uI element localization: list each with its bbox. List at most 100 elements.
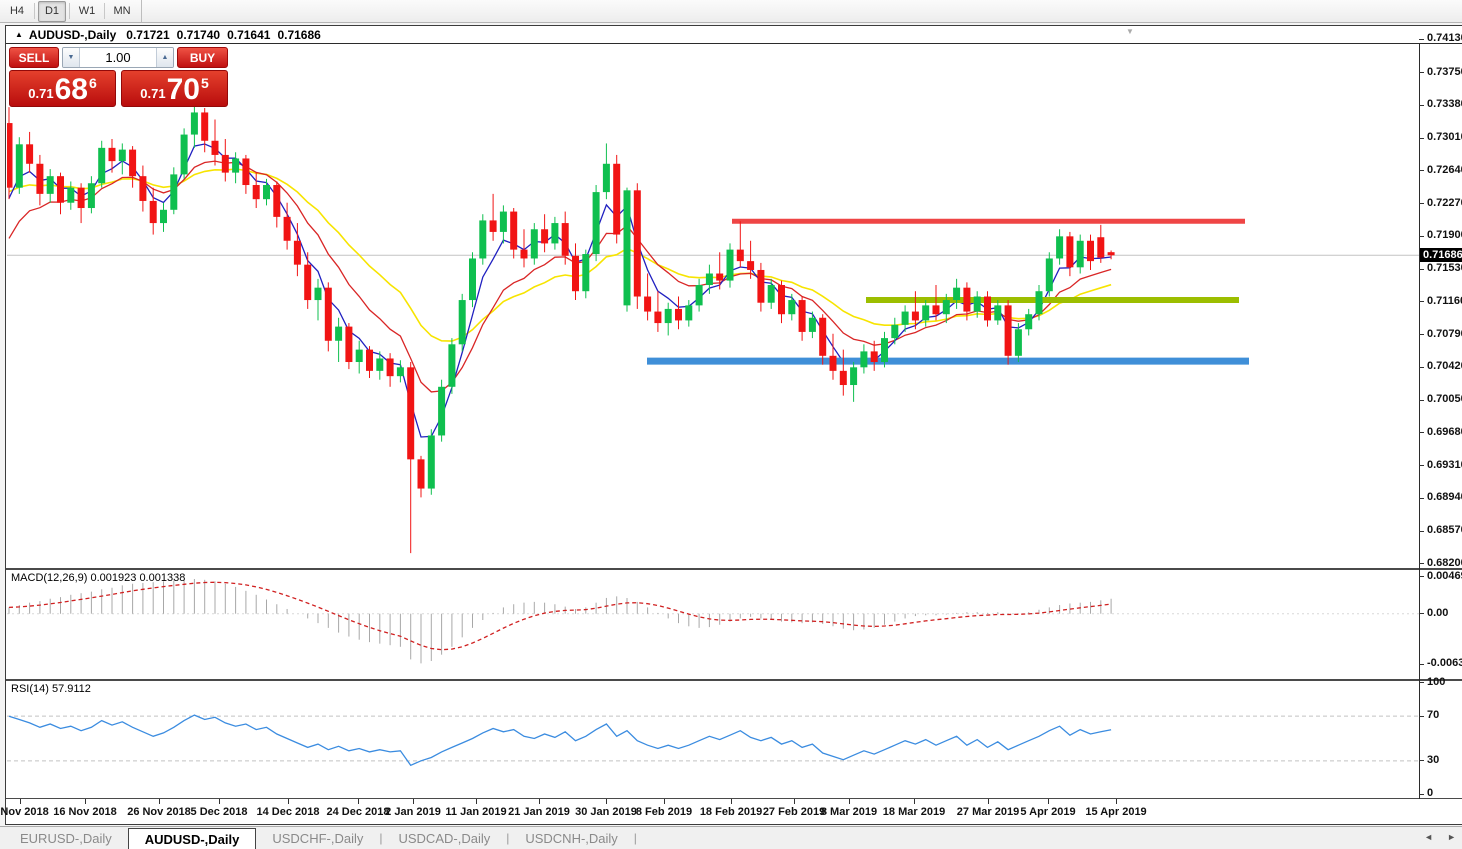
timeframe-button-mn[interactable]: MN (108, 1, 136, 22)
axis-tick (1419, 682, 1424, 684)
date-axis-label: 16 Nov 2018 (53, 806, 117, 818)
tab-scroll-buttons: ◄ ► (1424, 832, 1456, 842)
price-axis-line (1419, 43, 1420, 799)
axis-tick (1419, 268, 1424, 270)
chart-shift-marker-icon[interactable]: ▼ (1126, 27, 1134, 36)
axis-tick (1419, 235, 1424, 237)
date-axis-tick (20, 799, 21, 804)
axis-tick (1419, 530, 1424, 532)
date-axis-tick (358, 799, 359, 804)
axis-tick (1419, 563, 1424, 565)
axis-tick (1419, 72, 1424, 74)
price-axis-label: 0.68200 (1427, 556, 1462, 569)
rsi-pane[interactable] (7, 681, 1419, 798)
timeframe-button-w1[interactable]: W1 (73, 1, 101, 22)
price-axis-label: 0.73010 (1427, 131, 1462, 144)
axis-tick (1419, 497, 1424, 499)
price-axis-label: 0.73380 (1427, 98, 1462, 111)
axis-tick (1419, 334, 1424, 336)
price-chart-pane[interactable] (7, 43, 1419, 567)
one-click-trading-panel: SELL ▼ ▲ BUY 0.71 68 6 0.71 70 5 (9, 47, 228, 107)
current-price-badge: 0.71686 (1420, 248, 1462, 263)
date-axis-label: 18 Mar 2019 (882, 806, 946, 818)
buy-price-display[interactable]: 0.71 70 5 (121, 70, 228, 107)
date-axis-label: 27 Mar 2019 (956, 806, 1020, 818)
axis-tick (1419, 301, 1424, 303)
tab-scroll-right-icon[interactable]: ► (1447, 832, 1456, 842)
chart-header: ▲ AUDUSD-,Daily 0.71721 0.71740 0.71641 0.7… (6, 26, 1462, 44)
price-axis-label: 0.71160 (1427, 294, 1462, 307)
low-value: 0.71641 (227, 27, 271, 42)
price-axis-label: 0.68570 (1427, 524, 1462, 537)
date-axis-label: 30 Jan 2019 (575, 806, 637, 818)
axis-tick (1419, 613, 1424, 615)
macd-axis-label: 0.004694 (1427, 569, 1462, 582)
date-axis-tick (539, 799, 540, 804)
date-axis-tick (849, 799, 850, 804)
sell-button[interactable]: SELL (9, 47, 59, 68)
axis-tick (1419, 793, 1424, 795)
mt4-workspace: H4 D1 W1 MN ▲ AUDUSD-,Daily 0.71721 0.71740 0… (0, 0, 1462, 849)
date-axis-tick (1116, 799, 1117, 804)
volume-stepper: ▼ ▲ (62, 47, 174, 68)
buy-price-big: 70 (166, 73, 200, 106)
macd-label: MACD(12,26,9) 0.001923 0.001338 (11, 572, 186, 584)
axis-tick (1419, 760, 1424, 762)
tab-scroll-left-icon[interactable]: ◄ (1424, 832, 1433, 842)
rsi-axis-label: 70 (1427, 709, 1440, 722)
timeframe-button-d1[interactable]: D1 (38, 0, 66, 22)
chart-tab-eurusd[interactable]: EURUSD-,Daily (4, 828, 128, 849)
date-axis-tick (476, 799, 477, 804)
chart-tab-audusd[interactable]: AUDUSD-,Daily (127, 828, 257, 849)
date-axis-label: 27 Feb 2019 (762, 806, 826, 818)
date-axis-label: 14 Dec 2018 (256, 806, 320, 818)
macd-axis-label: 0.00 (1427, 606, 1449, 619)
date-axis-tick (731, 799, 732, 804)
rsi-axis-label: 100 (1427, 675, 1446, 688)
sell-price-display[interactable]: 0.71 68 6 (9, 70, 116, 107)
price-axis-label: 0.71900 (1427, 229, 1462, 242)
toolbar-separator (104, 3, 105, 19)
sell-price-prefix: 0.71 (28, 86, 54, 101)
date-axis-tick (413, 799, 414, 804)
date-axis-label: 7 Nov 2018 (0, 806, 49, 818)
chart-symbol-label: AUDUSD-,Daily (28, 27, 117, 42)
tab-separator: | (633, 831, 637, 845)
buy-button[interactable]: BUY (177, 47, 228, 68)
timeframe-button-h4[interactable]: H4 (3, 1, 31, 22)
date-axis-label: 11 Jan 2019 (445, 806, 507, 818)
price-axis-label: 0.71530 (1427, 262, 1462, 275)
price-axis-label: 0.70420 (1427, 360, 1462, 373)
chart-tab-usdcnh[interactable]: USDCNH-,Daily (509, 828, 633, 849)
ohlc-values: 0.71721 0.71740 0.71641 0.71686 (126, 28, 328, 42)
date-axis-label: 5 Apr 2019 (1020, 806, 1076, 818)
timeframe-toolbar: H4 D1 W1 MN (0, 0, 1462, 23)
axis-tick (1419, 104, 1424, 106)
macd-pane[interactable] (7, 570, 1419, 678)
price-axis-label: 0.72270 (1427, 196, 1462, 209)
price-axis-label: 0.69680 (1427, 425, 1462, 438)
date-axis-tick (606, 799, 607, 804)
date-axis-label: 2 Jan 2019 (385, 806, 441, 818)
axis-tick (1419, 663, 1424, 665)
chart-tab-usdcad[interactable]: USDCAD-,Daily (382, 828, 506, 849)
price-axis-label: 0.70050 (1427, 393, 1462, 406)
date-axis-tick (85, 799, 86, 804)
date-axis-label: 5 Dec 2018 (190, 806, 248, 818)
volume-decrease-button[interactable]: ▼ (63, 48, 80, 67)
date-axis-label: 24 Dec 2018 (326, 806, 390, 818)
date-axis-tick (159, 799, 160, 804)
close-value: 0.71686 (277, 27, 321, 42)
chart-tab-usdchf[interactable]: USDCHF-,Daily (256, 828, 379, 849)
volume-increase-button[interactable]: ▲ (156, 48, 173, 67)
axis-tick (1419, 432, 1424, 434)
price-axis-label: 0.74130 (1427, 32, 1462, 44)
toolbar-separator (34, 3, 35, 19)
axis-tick (1419, 715, 1424, 717)
volume-input[interactable] (80, 48, 156, 67)
price-axis-label: 0.68940 (1427, 491, 1462, 504)
axis-tick (1419, 203, 1424, 205)
date-axis-label: 26 Nov 2018 (127, 806, 191, 818)
price-axis-label: 0.72640 (1427, 163, 1462, 176)
trade-panel-collapse-icon[interactable]: ▲ (15, 30, 23, 39)
